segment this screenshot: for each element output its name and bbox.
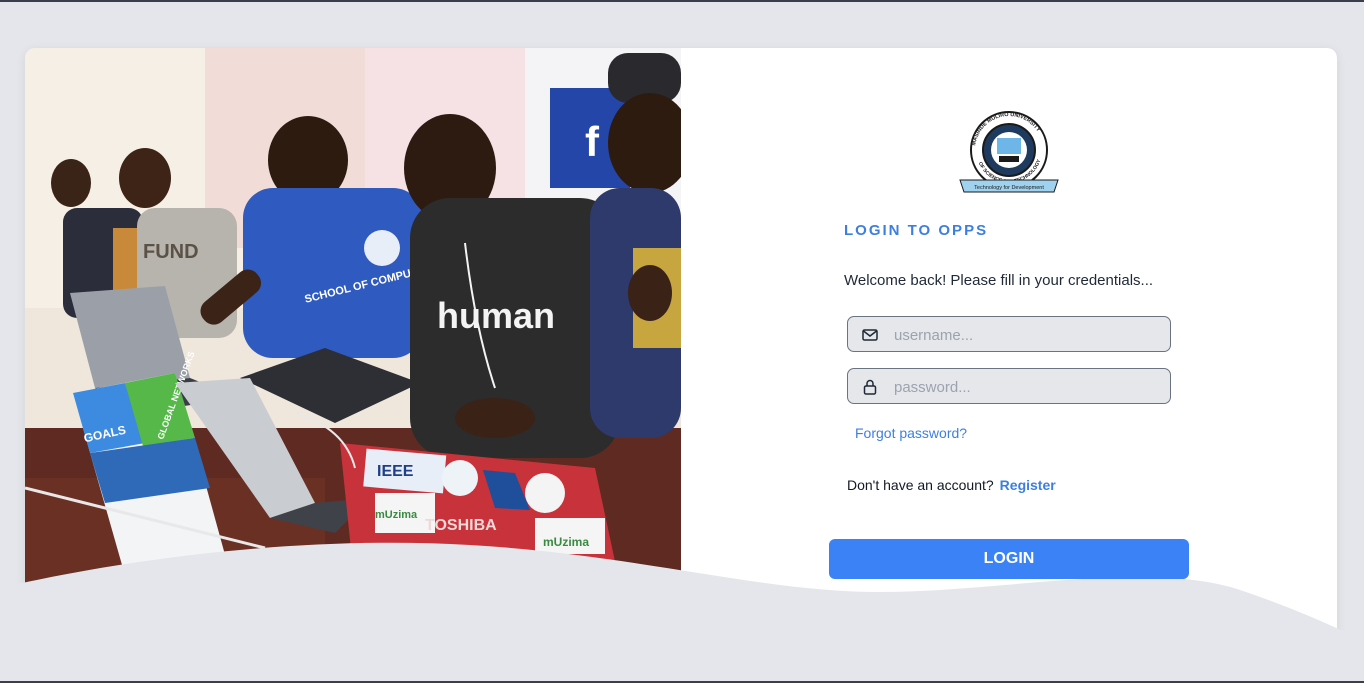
welcome-text: Welcome back! Please fill in your creden… — [844, 272, 1154, 289]
lock-icon — [863, 379, 877, 395]
mail-icon — [862, 329, 878, 341]
password-field[interactable] — [847, 368, 1171, 404]
password-input[interactable] — [894, 375, 1164, 399]
forgot-password-link[interactable]: Forgot password? — [855, 425, 967, 441]
register-row: Don't have an account? Register — [847, 477, 1056, 493]
no-account-text: Don't have an account? — [847, 477, 994, 493]
login-title: LOGIN TO OPPS — [844, 222, 989, 239]
register-link[interactable]: Register — [1000, 477, 1056, 493]
login-button[interactable]: LOGIN — [829, 539, 1189, 579]
login-form: MASINDE MULIRO UNIVERSITY OF SCIENCE AND… — [0, 0, 1364, 683]
logo-motto-text: Technology for Development — [974, 185, 1044, 191]
svg-text:Technology for Development: Technology for Development — [974, 185, 1044, 191]
username-field[interactable] — [847, 316, 1171, 352]
university-logo: MASINDE MULIRO UNIVERSITY OF SCIENCE AND… — [959, 111, 1059, 193]
username-input[interactable] — [894, 323, 1164, 347]
